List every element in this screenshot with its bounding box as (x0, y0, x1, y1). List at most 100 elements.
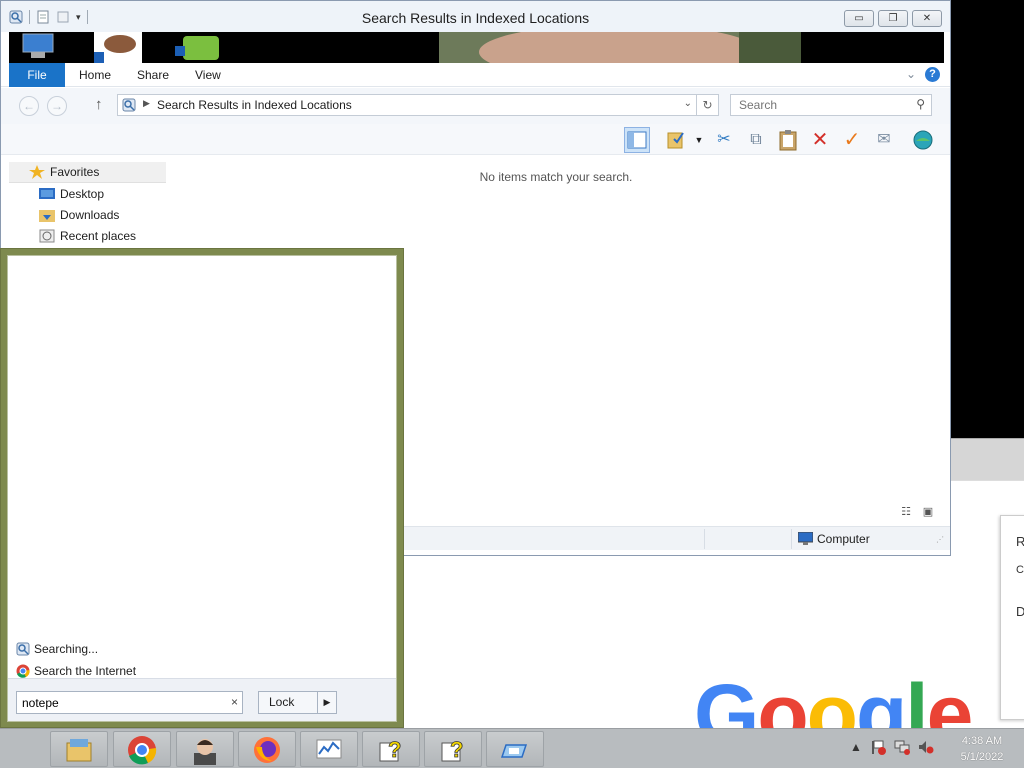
desktop-background (950, 0, 1024, 438)
nav-item-downloads[interactable]: Downloads (9, 205, 166, 226)
svg-text:?: ? (450, 737, 463, 762)
navigation-bar: ← → ↑ ▶ Search Results in Indexed Locati… (1, 88, 950, 124)
action-center-flag-icon[interactable] (870, 739, 886, 755)
expand-ribbon-icon[interactable]: ⌄ (906, 67, 916, 81)
power-options-arrow-icon[interactable]: ▶ (317, 691, 337, 714)
resize-grip-icon[interactable]: ⋰ (936, 535, 944, 544)
virtual-box-icon (500, 744, 528, 758)
window-title: Search Results in Indexed Locations (361, 10, 590, 26)
globe-button[interactable] (910, 127, 936, 153)
folder-dropdown-icon[interactable]: ▼ (691, 127, 707, 153)
taskbar: ? ? ▲ 4:38 AM 5/1/2022 (0, 728, 1024, 768)
volume-muted-icon[interactable] (918, 739, 934, 755)
tab-share[interactable]: Share (137, 63, 169, 87)
delete-icon[interactable]: ✕ (807, 127, 833, 153)
refresh-button[interactable]: ↻ (696, 95, 718, 115)
favorites-header[interactable]: Favorites (9, 162, 166, 183)
tab-file[interactable]: File (9, 63, 65, 87)
chrome-icon (128, 736, 157, 765)
cut-icon[interactable]: ✂ (711, 127, 737, 153)
view-switcher: ☷ ▣ (898, 506, 936, 519)
desktop-shortcuts-strip (9, 32, 944, 63)
taskbar-file-explorer[interactable] (50, 731, 108, 767)
firefox-icon (254, 737, 280, 763)
clock[interactable]: 4:38 AM 5/1/2022 (952, 733, 1012, 765)
folder-check-icon (667, 132, 684, 149)
app-shortcut-icon[interactable] (94, 32, 142, 63)
clear-search-icon[interactable]: × (231, 695, 238, 709)
taskbar-chrome[interactable] (113, 731, 171, 767)
taskbar-user-app[interactable] (176, 731, 234, 767)
taskbar-firefox[interactable] (238, 731, 296, 767)
help-icon-2: ? (441, 737, 464, 762)
breadcrumb-separator-icon[interactable]: ▶ (143, 98, 150, 109)
close-button[interactable]: ✕ (912, 10, 942, 27)
paste-button[interactable] (775, 127, 801, 153)
help-icon: ? (379, 737, 402, 762)
ribbon-tabs: File Home Share View ⌄ ? (1, 63, 950, 87)
clock-time: 4:38 AM (961, 735, 1003, 747)
taskbar-virtual-box[interactable] (486, 731, 544, 767)
search-input[interactable] (731, 95, 906, 115)
downloads-folder-icon (39, 210, 55, 222)
back-button[interactable]: ← (19, 96, 39, 116)
status-divider (704, 529, 705, 549)
network-icon[interactable] (894, 739, 910, 755)
start-search-footer: × Lock ▶ (8, 678, 396, 721)
title-bar[interactable]: ▾ Search Results in Indexed Locations ▭ … (1, 1, 950, 32)
search-box[interactable]: ⚲ (730, 94, 932, 116)
start-search-box[interactable]: × (16, 691, 243, 714)
tab-home[interactable]: Home (79, 63, 111, 87)
paste-icon (779, 130, 797, 151)
lock-button[interactable]: Lock (258, 691, 318, 714)
search-icon[interactable]: ⚲ (916, 97, 925, 111)
address-dropdown-icon[interactable]: ⌄ (684, 98, 692, 109)
search-folder-icon (16, 642, 30, 656)
email-icon[interactable]: ✉ (871, 127, 897, 153)
status-location: Computer (817, 532, 870, 546)
performance-monitor-icon (316, 739, 342, 759)
android-shortcut-icon[interactable] (171, 32, 225, 63)
breadcrumb[interactable]: Search Results in Indexed Locations (157, 98, 352, 112)
start-search-panel: Searching... Search the Internet × Lock … (0, 248, 404, 728)
status-divider (791, 529, 792, 549)
restore-button[interactable]: ❐ (878, 10, 908, 27)
start-results-area: Searching... Search the Internet × Lock … (7, 255, 397, 722)
nav-item-label: Downloads (60, 208, 120, 222)
help-button[interactable]: ? (925, 67, 940, 82)
desktop-icon (39, 188, 55, 199)
forward-button[interactable]: → (47, 96, 67, 116)
wallpaper-photo (439, 32, 801, 63)
computer-shortcut-icon[interactable] (9, 32, 65, 63)
command-toolbar: ▼ ✂ ⧉ ✕ ✓ ✉ (1, 124, 950, 155)
star-icon (29, 165, 45, 179)
show-hidden-icons-icon[interactable]: ▲ (850, 740, 862, 754)
properties-folder-button[interactable] (664, 127, 690, 153)
preview-pane-button[interactable] (624, 127, 650, 153)
searching-label: Searching... (34, 642, 99, 656)
side-card-letter: R (1016, 534, 1024, 549)
globe-icon (913, 130, 933, 150)
file-explorer-icon (66, 739, 92, 762)
start-search-input[interactable] (17, 692, 217, 713)
navigation-pane: Favorites Desktop Downloads Recent place… (9, 156, 166, 251)
user-avatar-icon (194, 739, 216, 765)
details-view-icon[interactable]: ☷ (898, 506, 914, 519)
clock-date: 5/1/2022 (960, 751, 1004, 763)
nav-item-desktop[interactable]: Desktop (9, 184, 166, 205)
rename-check-icon[interactable]: ✓ (839, 127, 865, 153)
recent-places-icon (39, 229, 55, 243)
window-controls: ▭ ❐ ✕ (844, 10, 942, 27)
svg-text:?: ? (388, 737, 401, 762)
taskbar-performance-monitor[interactable] (300, 731, 358, 767)
copy-icon[interactable]: ⧉ (743, 127, 769, 153)
up-button[interactable]: ↑ (95, 96, 103, 113)
large-icons-view-icon[interactable]: ▣ (920, 506, 936, 519)
address-bar[interactable]: ▶ Search Results in Indexed Locations ⌄ … (117, 94, 719, 116)
tab-view[interactable]: View (195, 63, 221, 87)
nav-item-label: Desktop (60, 187, 105, 201)
taskbar-help-app[interactable]: ? (362, 731, 420, 767)
minimize-button[interactable]: ▭ (844, 10, 874, 27)
nav-item-recent-places[interactable]: Recent places (9, 226, 166, 247)
taskbar-help-app-2[interactable]: ? (424, 731, 482, 767)
